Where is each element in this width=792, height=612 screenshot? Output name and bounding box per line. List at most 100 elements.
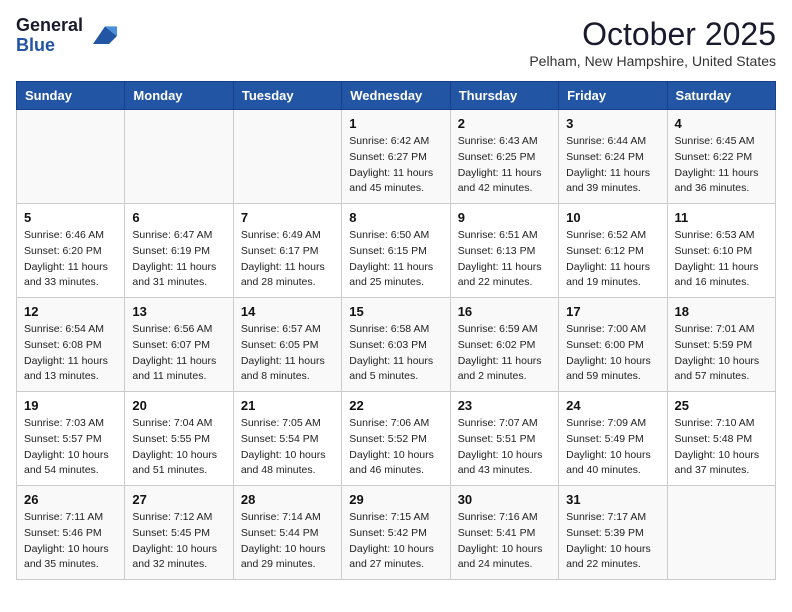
- calendar-day-25: 25 Sunrise: 7:10 AM Sunset: 5:48 PM Dayli…: [667, 392, 775, 486]
- day-info: Sunrise: 7:12 AM Sunset: 5:45 PM Dayligh…: [132, 510, 225, 573]
- day-info: Sunrise: 6:43 AM Sunset: 6:25 PM Dayligh…: [458, 134, 551, 197]
- logo-blue-text: Blue: [16, 36, 83, 56]
- day-number: 28: [241, 492, 334, 507]
- day-info: Sunrise: 7:10 AM Sunset: 5:48 PM Dayligh…: [675, 416, 768, 479]
- day-number: 2: [458, 116, 551, 131]
- day-info: Sunrise: 7:03 AM Sunset: 5:57 PM Dayligh…: [24, 416, 117, 479]
- calendar-table: SundayMondayTuesdayWednesdayThursdayFrid…: [16, 81, 776, 580]
- calendar-week-row: 26 Sunrise: 7:11 AM Sunset: 5:46 PM Dayli…: [17, 486, 776, 580]
- day-header-thursday: Thursday: [450, 82, 558, 110]
- day-number: 7: [241, 210, 334, 225]
- day-info: Sunrise: 6:44 AM Sunset: 6:24 PM Dayligh…: [566, 134, 659, 197]
- day-info: Sunrise: 7:16 AM Sunset: 5:41 PM Dayligh…: [458, 510, 551, 573]
- day-header-tuesday: Tuesday: [233, 82, 341, 110]
- calendar-week-row: 1Sunrise: 6:42 AM Sunset: 6:27 PM Daylig…: [17, 110, 776, 204]
- day-number: 13: [132, 304, 225, 319]
- calendar-day-24: 24 Sunrise: 7:09 AM Sunset: 5:49 PM Dayli…: [559, 392, 667, 486]
- day-info: Sunrise: 7:07 AM Sunset: 5:51 PM Dayligh…: [458, 416, 551, 479]
- day-number: 20: [132, 398, 225, 413]
- calendar-day-30: 30 Sunrise: 7:16 AM Sunset: 5:41 PM Dayli…: [450, 486, 558, 580]
- calendar-empty-cell: [125, 110, 233, 204]
- day-info: Sunrise: 6:58 AM Sunset: 6:03 PM Dayligh…: [349, 322, 442, 385]
- calendar-day-14: 14 Sunrise: 6:57 AM Sunset: 6:05 PM Dayli…: [233, 298, 341, 392]
- calendar-day-26: 26 Sunrise: 7:11 AM Sunset: 5:46 PM Dayli…: [17, 486, 125, 580]
- day-info: Sunrise: 6:49 AM Sunset: 6:17 PM Dayligh…: [241, 228, 334, 291]
- day-number: 8: [349, 210, 442, 225]
- day-info: Sunrise: 7:05 AM Sunset: 5:54 PM Dayligh…: [241, 416, 334, 479]
- day-info: Sunrise: 7:00 AM Sunset: 6:00 PM Dayligh…: [566, 322, 659, 385]
- day-number: 27: [132, 492, 225, 507]
- day-number: 15: [349, 304, 442, 319]
- calendar-day-22: 22 Sunrise: 7:06 AM Sunset: 5:52 PM Dayli…: [342, 392, 450, 486]
- day-info: Sunrise: 6:45 AM Sunset: 6:22 PM Dayligh…: [675, 134, 768, 197]
- day-number: 26: [24, 492, 117, 507]
- day-info: Sunrise: 6:57 AM Sunset: 6:05 PM Dayligh…: [241, 322, 334, 385]
- calendar-day-11: 11Sunrise: 6:53 AM Sunset: 6:10 PM Dayli…: [667, 204, 775, 298]
- day-info: Sunrise: 7:01 AM Sunset: 5:59 PM Dayligh…: [675, 322, 768, 385]
- day-info: Sunrise: 6:51 AM Sunset: 6:13 PM Dayligh…: [458, 228, 551, 291]
- day-info: Sunrise: 7:14 AM Sunset: 5:44 PM Dayligh…: [241, 510, 334, 573]
- day-info: Sunrise: 6:56 AM Sunset: 6:07 PM Dayligh…: [132, 322, 225, 385]
- day-number: 24: [566, 398, 659, 413]
- calendar-day-27: 27 Sunrise: 7:12 AM Sunset: 5:45 PM Dayli…: [125, 486, 233, 580]
- calendar-day-10: 10 Sunrise: 6:52 AM Sunset: 6:12 PM Dayli…: [559, 204, 667, 298]
- calendar-day-23: 23 Sunrise: 7:07 AM Sunset: 5:51 PM Dayli…: [450, 392, 558, 486]
- day-number: 29: [349, 492, 442, 507]
- day-number: 21: [241, 398, 334, 413]
- calendar-day-31: 31Sunrise: 7:17 AM Sunset: 5:39 PM Dayli…: [559, 486, 667, 580]
- day-number: 16: [458, 304, 551, 319]
- page-header: General Blue October 2025 Pelham, New Ha…: [16, 16, 776, 69]
- day-info: Sunrise: 6:53 AM Sunset: 6:10 PM Dayligh…: [675, 228, 768, 291]
- day-header-sunday: Sunday: [17, 82, 125, 110]
- day-header-monday: Monday: [125, 82, 233, 110]
- logo-general-text: General: [16, 16, 83, 36]
- day-info: Sunrise: 6:59 AM Sunset: 6:02 PM Dayligh…: [458, 322, 551, 385]
- day-info: Sunrise: 6:52 AM Sunset: 6:12 PM Dayligh…: [566, 228, 659, 291]
- day-number: 30: [458, 492, 551, 507]
- location-subtitle: Pelham, New Hampshire, United States: [529, 53, 776, 69]
- calendar-day-7: 7 Sunrise: 6:49 AM Sunset: 6:17 PM Daylig…: [233, 204, 341, 298]
- day-number: 5: [24, 210, 117, 225]
- calendar-week-row: 5 Sunrise: 6:46 AM Sunset: 6:20 PM Daylig…: [17, 204, 776, 298]
- calendar-day-12: 12Sunrise: 6:54 AM Sunset: 6:08 PM Dayli…: [17, 298, 125, 392]
- calendar-day-21: 21 Sunrise: 7:05 AM Sunset: 5:54 PM Dayli…: [233, 392, 341, 486]
- calendar-day-8: 8Sunrise: 6:50 AM Sunset: 6:15 PM Daylig…: [342, 204, 450, 298]
- calendar-empty-cell: [667, 486, 775, 580]
- day-number: 23: [458, 398, 551, 413]
- calendar-day-15: 15 Sunrise: 6:58 AM Sunset: 6:03 PM Dayli…: [342, 298, 450, 392]
- calendar-day-1: 1Sunrise: 6:42 AM Sunset: 6:27 PM Daylig…: [342, 110, 450, 204]
- day-number: 1: [349, 116, 442, 131]
- calendar-week-row: 12Sunrise: 6:54 AM Sunset: 6:08 PM Dayli…: [17, 298, 776, 392]
- day-number: 19: [24, 398, 117, 413]
- day-number: 4: [675, 116, 768, 131]
- day-header-friday: Friday: [559, 82, 667, 110]
- day-number: 6: [132, 210, 225, 225]
- calendar-day-20: 20 Sunrise: 7:04 AM Sunset: 5:55 PM Dayli…: [125, 392, 233, 486]
- day-number: 25: [675, 398, 768, 413]
- day-info: Sunrise: 7:09 AM Sunset: 5:49 PM Dayligh…: [566, 416, 659, 479]
- calendar-day-16: 16 Sunrise: 6:59 AM Sunset: 6:02 PM Dayli…: [450, 298, 558, 392]
- calendar-week-row: 19 Sunrise: 7:03 AM Sunset: 5:57 PM Dayli…: [17, 392, 776, 486]
- calendar-day-28: 28 Sunrise: 7:14 AM Sunset: 5:44 PM Dayli…: [233, 486, 341, 580]
- calendar-day-6: 6 Sunrise: 6:47 AM Sunset: 6:19 PM Daylig…: [125, 204, 233, 298]
- day-info: Sunrise: 6:46 AM Sunset: 6:20 PM Dayligh…: [24, 228, 117, 291]
- day-number: 10: [566, 210, 659, 225]
- day-header-saturday: Saturday: [667, 82, 775, 110]
- day-number: 17: [566, 304, 659, 319]
- day-number: 18: [675, 304, 768, 319]
- calendar-day-19: 19 Sunrise: 7:03 AM Sunset: 5:57 PM Dayli…: [17, 392, 125, 486]
- day-number: 3: [566, 116, 659, 131]
- calendar-header-row: SundayMondayTuesdayWednesdayThursdayFrid…: [17, 82, 776, 110]
- calendar-day-18: 18 Sunrise: 7:01 AM Sunset: 5:59 PM Dayli…: [667, 298, 775, 392]
- day-info: Sunrise: 7:11 AM Sunset: 5:46 PM Dayligh…: [24, 510, 117, 573]
- calendar-empty-cell: [233, 110, 341, 204]
- day-info: Sunrise: 7:06 AM Sunset: 5:52 PM Dayligh…: [349, 416, 442, 479]
- day-number: 14: [241, 304, 334, 319]
- day-number: 22: [349, 398, 442, 413]
- calendar-day-17: 17 Sunrise: 7:00 AM Sunset: 6:00 PM Dayli…: [559, 298, 667, 392]
- day-info: Sunrise: 6:47 AM Sunset: 6:19 PM Dayligh…: [132, 228, 225, 291]
- calendar-day-2: 2 Sunrise: 6:43 AM Sunset: 6:25 PM Daylig…: [450, 110, 558, 204]
- day-number: 12: [24, 304, 117, 319]
- day-info: Sunrise: 7:04 AM Sunset: 5:55 PM Dayligh…: [132, 416, 225, 479]
- calendar-day-5: 5 Sunrise: 6:46 AM Sunset: 6:20 PM Daylig…: [17, 204, 125, 298]
